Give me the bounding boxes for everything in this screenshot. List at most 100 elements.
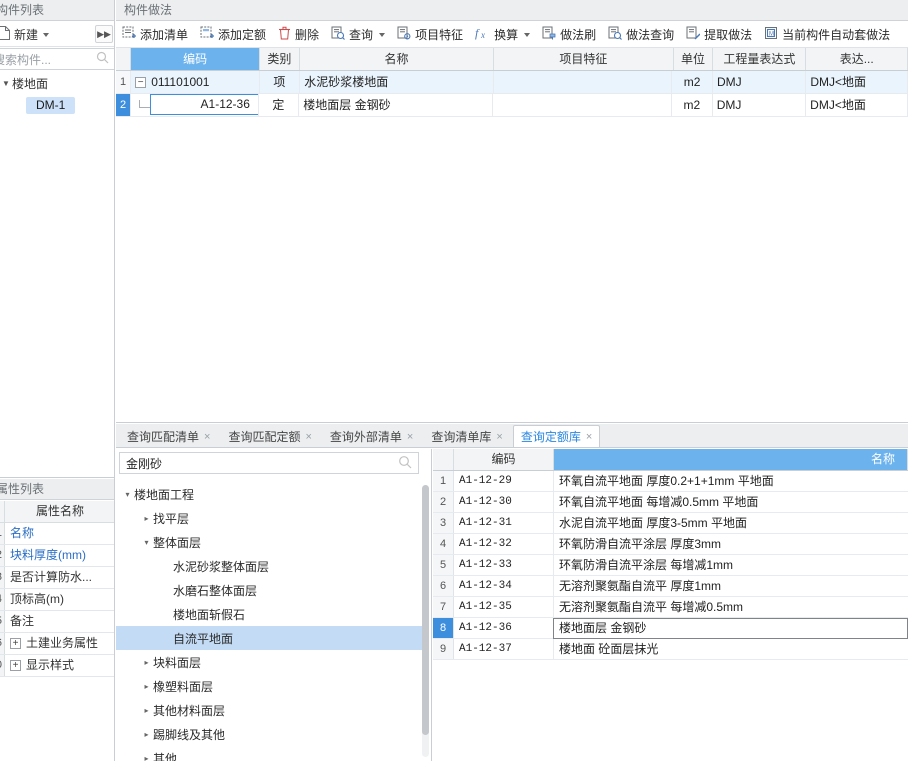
cell-expression2[interactable]: DMJ<地面 xyxy=(806,71,908,93)
column-header-code[interactable]: 编码 xyxy=(131,48,260,70)
toolbar-button-query[interactable]: 查询 xyxy=(325,24,391,46)
property-name-cell[interactable]: 顶标高(m) xyxy=(5,589,114,610)
collapse-icon[interactable]: − xyxy=(135,77,147,89)
quota-row[interactable]: 2 A1-12-30 环氧自流平地面 每增减0.5mm 平地面 xyxy=(433,492,908,513)
quota-row[interactable]: 3 A1-12-31 水泥自流平地面 厚度3-5mm 平地面 xyxy=(433,513,908,534)
code-cell-editor[interactable]: A1-12-36 xyxy=(150,94,258,115)
close-icon[interactable]: × xyxy=(305,431,311,443)
property-row[interactable]: 3是否计算防水... xyxy=(0,567,114,589)
chevron-down-icon[interactable] xyxy=(43,32,50,37)
quota-tree-scrollbar[interactable] xyxy=(422,485,429,757)
close-icon[interactable]: × xyxy=(407,431,413,443)
cell-feature[interactable] xyxy=(494,71,673,93)
search-icon[interactable] xyxy=(398,455,418,472)
cell-feature[interactable] xyxy=(493,94,672,116)
quota-cell-name[interactable]: 水泥自流平地面 厚度3-5mm 平地面 xyxy=(554,513,908,533)
quota-tree-node[interactable]: 水磨石整体面层 xyxy=(116,578,424,602)
table-row[interactable]: 1−011101001 项水泥砂浆楼地面 m2 DMJ DMJ<地面 xyxy=(116,71,908,94)
quota-cell-name[interactable]: 环氧防滑自流平涂层 每增减1mm xyxy=(554,555,908,575)
toolbar-button-extract-method[interactable]: 提取做法 xyxy=(680,24,758,46)
quota-tree-node[interactable]: ▸ 找平层 xyxy=(116,506,424,530)
quota-row[interactable]: 6 A1-12-34 无溶剂聚氨酯自流平 厚度1mm xyxy=(433,576,908,597)
property-row[interactable]: 10+显示样式 xyxy=(0,655,114,677)
property-row[interactable]: 6+土建业务属性 xyxy=(0,633,114,655)
row-number[interactable]: 2 xyxy=(116,94,132,116)
scrollbar-thumb[interactable] xyxy=(422,485,429,735)
quota-row[interactable]: 1 A1-12-29 环氧自流平地面 厚度0.2+1+1mm 平地面 xyxy=(433,471,908,492)
column-header-category[interactable]: 类别 xyxy=(260,48,300,70)
chevron-right-icon[interactable]: ▸ xyxy=(140,706,153,715)
chevron-down-icon[interactable]: ▾ xyxy=(140,538,153,547)
close-icon[interactable]: × xyxy=(496,431,502,443)
component-item-dm1[interactable]: DM-1 xyxy=(26,97,76,114)
chevron-down-icon[interactable] xyxy=(379,32,386,37)
property-name-cell[interactable]: + 土建业务属性 xyxy=(5,633,114,654)
toolbar-button-method-brush[interactable]: 做法刷 xyxy=(536,24,602,46)
quota-tree-node[interactable]: ▾ 楼地面工程 xyxy=(116,482,424,506)
toolbar-button-add-quota[interactable]: 添加定额 xyxy=(194,24,272,46)
cell-code[interactable]: A1-12-36 xyxy=(131,94,259,116)
cell-code[interactable]: −011101001 xyxy=(131,71,260,93)
chevron-down-icon[interactable] xyxy=(524,32,531,37)
close-icon[interactable]: × xyxy=(204,431,210,443)
new-component-button[interactable]: 新建 xyxy=(0,25,53,44)
quota-row[interactable]: 5 A1-12-33 环氧防滑自流平涂层 每增减1mm xyxy=(433,555,908,576)
cell-expression[interactable]: DMJ xyxy=(713,71,807,93)
column-header-name[interactable]: 名称 xyxy=(300,48,495,70)
property-row[interactable]: 2块料厚度(mm) xyxy=(0,545,114,567)
quota-tree-node[interactable]: ▸ 橡塑料面层 xyxy=(116,674,424,698)
toolbar-button-method-query[interactable]: 做法查询 xyxy=(602,24,680,46)
property-name-cell[interactable]: 名称 xyxy=(5,523,114,544)
chevron-down-icon[interactable]: ▼ xyxy=(0,79,12,88)
chevron-right-icon[interactable]: ▸ xyxy=(140,658,153,667)
quota-tree-node[interactable]: ▾ 整体面层 xyxy=(116,530,424,554)
chevron-right-icon[interactable]: ▸ xyxy=(140,514,153,523)
chevron-down-icon[interactable]: ▾ xyxy=(121,490,134,499)
column-header-feature[interactable]: 项目特征 xyxy=(494,48,674,70)
quota-column-header-code[interactable]: 编码 xyxy=(454,449,554,470)
quota-cell-code[interactable]: A1-12-36 xyxy=(454,618,554,638)
property-name-cell[interactable]: 备注 xyxy=(5,611,114,632)
quota-cell-code[interactable]: A1-12-37 xyxy=(454,639,554,659)
quota-cell-code[interactable]: A1-12-35 xyxy=(454,597,554,617)
quota-cell-name[interactable]: 环氧防滑自流平涂层 厚度3mm xyxy=(554,534,908,554)
chevron-right-icon[interactable]: ▸ xyxy=(140,730,153,739)
quota-cell-code[interactable]: A1-12-30 xyxy=(454,492,554,512)
property-name-cell[interactable]: 是否计算防水... xyxy=(5,567,114,588)
cell-unit[interactable]: m2 xyxy=(672,94,713,116)
cell-expression2[interactable]: DMJ<地面 xyxy=(806,94,908,116)
quota-tree-node[interactable]: ▸ 其他 xyxy=(116,746,424,761)
quota-cell-name[interactable]: 楼地面层 金钢砂 xyxy=(553,618,908,639)
quota-column-header-name[interactable]: 名称 xyxy=(554,449,908,470)
table-row[interactable]: 2 A1-12-36 定楼地面层 金钢砂 m2 DMJ DMJ<地面 xyxy=(116,94,908,117)
quota-row[interactable]: 7 A1-12-35 无溶剂聚氨酯自流平 每增减0.5mm xyxy=(433,597,908,618)
quota-cell-code[interactable]: A1-12-33 xyxy=(454,555,554,575)
cell-expression[interactable]: DMJ xyxy=(713,94,807,116)
cell-name[interactable]: 水泥砂浆楼地面 xyxy=(300,71,494,93)
component-tree-node[interactable]: ▼ 楼地面 xyxy=(0,73,114,94)
quota-tree-node[interactable]: ▸ 块料面层 xyxy=(116,650,424,674)
quota-tree-node[interactable]: 自流平地面 xyxy=(116,626,424,650)
quota-cell-name[interactable]: 环氧自流平地面 厚度0.2+1+1mm 平地面 xyxy=(554,471,908,491)
quota-cell-code[interactable]: A1-12-34 xyxy=(454,576,554,596)
quota-cell-name[interactable]: 环氧自流平地面 每增减0.5mm 平地面 xyxy=(554,492,908,512)
column-header-expression[interactable]: 工程量表达式 xyxy=(713,48,807,70)
close-icon[interactable]: × xyxy=(586,431,592,443)
quota-row[interactable]: 4 A1-12-32 环氧防滑自流平涂层 厚度3mm xyxy=(433,534,908,555)
row-number[interactable]: 1 xyxy=(116,71,132,93)
tab-0[interactable]: 查询匹配清单 × xyxy=(119,425,219,447)
column-header-unit[interactable]: 单位 xyxy=(674,48,714,70)
quota-cell-name[interactable]: 无溶剂聚氨酯自流平 每增减0.5mm xyxy=(554,597,908,617)
tab-3[interactable]: 查询清单库 × xyxy=(423,425,511,447)
property-row[interactable]: 1名称 xyxy=(0,523,114,545)
quota-cell-code[interactable]: A1-12-32 xyxy=(454,534,554,554)
quota-tree-node[interactable]: ▸ 其他材料面层 xyxy=(116,698,424,722)
quota-cell-name[interactable]: 楼地面 砼面层抹光 xyxy=(554,639,908,659)
quota-tree-node[interactable]: 楼地面斩假石 xyxy=(116,602,424,626)
expand-plus-icon[interactable]: + xyxy=(10,660,21,672)
property-name-cell[interactable]: + 显示样式 xyxy=(5,655,114,676)
cell-name[interactable]: 楼地面层 金钢砂 xyxy=(299,94,494,116)
toolbar-button-add-list[interactable]: 添加清单 xyxy=(116,24,194,46)
cell-unit[interactable]: m2 xyxy=(672,71,713,93)
quota-tree-node[interactable]: ▸ 踢脚线及其他 xyxy=(116,722,424,746)
